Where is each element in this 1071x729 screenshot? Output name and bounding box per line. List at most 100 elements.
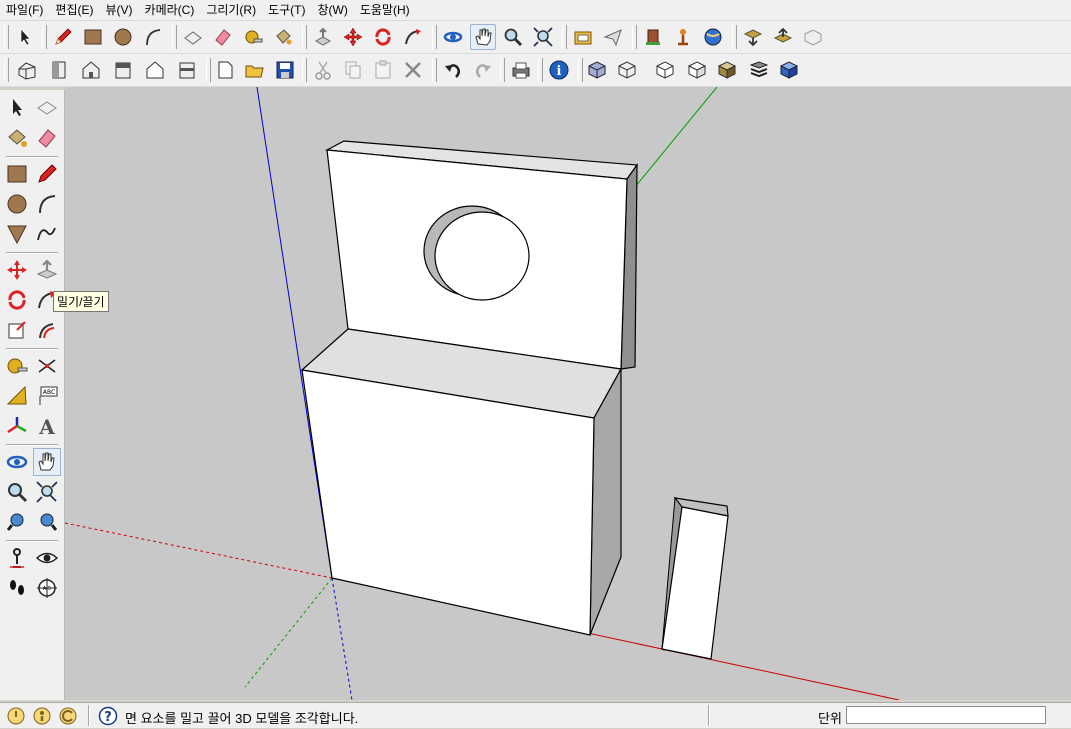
left-view-button[interactable] [174, 57, 200, 83]
print-button[interactable] [508, 57, 534, 83]
wireframe-button[interactable] [614, 57, 640, 83]
undo-button[interactable] [440, 57, 466, 83]
orbit-tool-button[interactable] [440, 24, 466, 50]
model-viewport[interactable] [65, 87, 1071, 700]
menu-view[interactable]: 뷰(V) [99, 0, 138, 20]
palette-walk-button[interactable] [3, 574, 31, 602]
palette-zoom-window-button[interactable] [33, 478, 61, 506]
next-view-button[interactable] [600, 24, 626, 50]
sign-in-icon[interactable] [58, 706, 78, 726]
back-view-button[interactable] [142, 57, 168, 83]
units-input[interactable] [846, 706, 1046, 724]
palette-offset-button[interactable] [33, 316, 61, 344]
top-view-button[interactable] [46, 57, 72, 83]
palette-3dtext-button[interactable]: A [33, 412, 61, 440]
credits-icon[interactable] [32, 706, 52, 726]
palette-orbit-button[interactable] [3, 448, 31, 476]
get-models-button[interactable] [640, 24, 666, 50]
select-tool-button[interactable] [12, 24, 38, 50]
menu-edit[interactable]: 편집(E) [49, 0, 99, 20]
previous-view-button[interactable] [570, 24, 596, 50]
paint-bucket-button[interactable] [270, 24, 296, 50]
palette-arc-button[interactable] [33, 190, 61, 218]
google-earth-button[interactable] [700, 24, 726, 50]
delete-button[interactable] [400, 57, 426, 83]
components-button[interactable] [740, 24, 766, 50]
dynamic-components-button[interactable] [800, 24, 826, 50]
pencil-tool-button[interactable] [50, 24, 76, 50]
tape-measure-button[interactable] [240, 24, 266, 50]
right-view-button[interactable] [110, 57, 136, 83]
person-pin-icon [678, 29, 688, 46]
menu-help[interactable]: 도움말(H) [354, 0, 416, 20]
rectangle-tool-button[interactable] [80, 24, 106, 50]
palette-position-camera-button[interactable] [3, 544, 31, 572]
palette-zoom-button[interactable] [3, 478, 31, 506]
small-block[interactable] [661, 496, 729, 660]
main-block[interactable] [300, 328, 622, 636]
palette-pan-button[interactable] [33, 448, 61, 476]
toolbar-grip[interactable] [4, 58, 9, 82]
share-component-button[interactable] [770, 24, 796, 50]
move-tool-button[interactable] [340, 24, 366, 50]
geo-location-icon[interactable] [6, 706, 26, 726]
shaded-button[interactable] [684, 57, 710, 83]
paste-button[interactable] [370, 57, 396, 83]
palette-extents-button[interactable] [33, 508, 61, 536]
color-by-layer-button[interactable] [776, 57, 802, 83]
front-view-button[interactable] [78, 57, 104, 83]
follow-me-button[interactable] [400, 24, 426, 50]
palette-scale-button[interactable] [3, 316, 31, 344]
palette-protractor-button[interactable] [3, 382, 31, 410]
palette-axes-button[interactable] [3, 412, 31, 440]
palette-rectangle-button[interactable] [3, 160, 31, 188]
circle-tool-button[interactable] [110, 24, 136, 50]
menu-draw[interactable]: 그리기(R) [200, 0, 262, 20]
palette-polygon-button[interactable] [3, 220, 31, 248]
model-info-button[interactable]: i [546, 57, 572, 83]
redo-button[interactable] [470, 57, 496, 83]
pan-tool-button[interactable] [470, 24, 496, 50]
menu-camera[interactable]: 카메라(C) [139, 0, 201, 20]
cut-button[interactable] [310, 57, 336, 83]
palette-pushpull-button[interactable] [33, 256, 61, 284]
eraser-tool-button[interactable] [210, 24, 236, 50]
new-file-button[interactable] [212, 57, 238, 83]
toolbar-grip[interactable] [4, 25, 9, 49]
zoom-extents-button[interactable] [530, 24, 556, 50]
palette-look-around-button[interactable] [33, 544, 61, 572]
palette-component-button[interactable] [33, 94, 61, 122]
hidden-line-button[interactable] [652, 57, 678, 83]
palette-paint-button[interactable] [3, 124, 31, 152]
arc-tool-button[interactable] [140, 24, 166, 50]
palette-section-button[interactable]: A-5 [33, 574, 61, 602]
share-model-button[interactable] [670, 24, 696, 50]
palette-dimension-button[interactable] [33, 352, 61, 380]
palette-eraser-button[interactable] [33, 124, 61, 152]
palette-tape-button[interactable] [3, 352, 31, 380]
palette-freehand-button[interactable] [33, 220, 61, 248]
model-scene[interactable] [65, 87, 1071, 700]
rotate-tool-button[interactable] [370, 24, 396, 50]
help-question-icon[interactable]: ? [98, 706, 118, 726]
monochrome-button[interactable] [746, 57, 772, 83]
copy-button[interactable] [340, 57, 366, 83]
make-component-button[interactable] [180, 24, 206, 50]
palette-line-button[interactable] [33, 160, 61, 188]
menu-file[interactable]: 파일(F) [0, 0, 49, 20]
palette-rotate-button[interactable] [3, 286, 31, 314]
shaded-textures-button[interactable] [714, 57, 740, 83]
save-button[interactable] [272, 57, 298, 83]
palette-select-button[interactable] [3, 94, 31, 122]
menu-tools[interactable]: 도구(T) [262, 0, 311, 20]
palette-move-button[interactable] [3, 256, 31, 284]
palette-circle-button[interactable] [3, 190, 31, 218]
palette-text-button[interactable]: ABC [33, 382, 61, 410]
palette-previous-button[interactable] [3, 508, 31, 536]
open-file-button[interactable] [242, 57, 268, 83]
zoom-tool-button[interactable] [500, 24, 526, 50]
menu-window[interactable]: 창(W) [312, 0, 354, 20]
iso-view-button[interactable] [14, 57, 40, 83]
xray-button[interactable] [584, 57, 610, 83]
push-pull-button[interactable] [310, 24, 336, 50]
